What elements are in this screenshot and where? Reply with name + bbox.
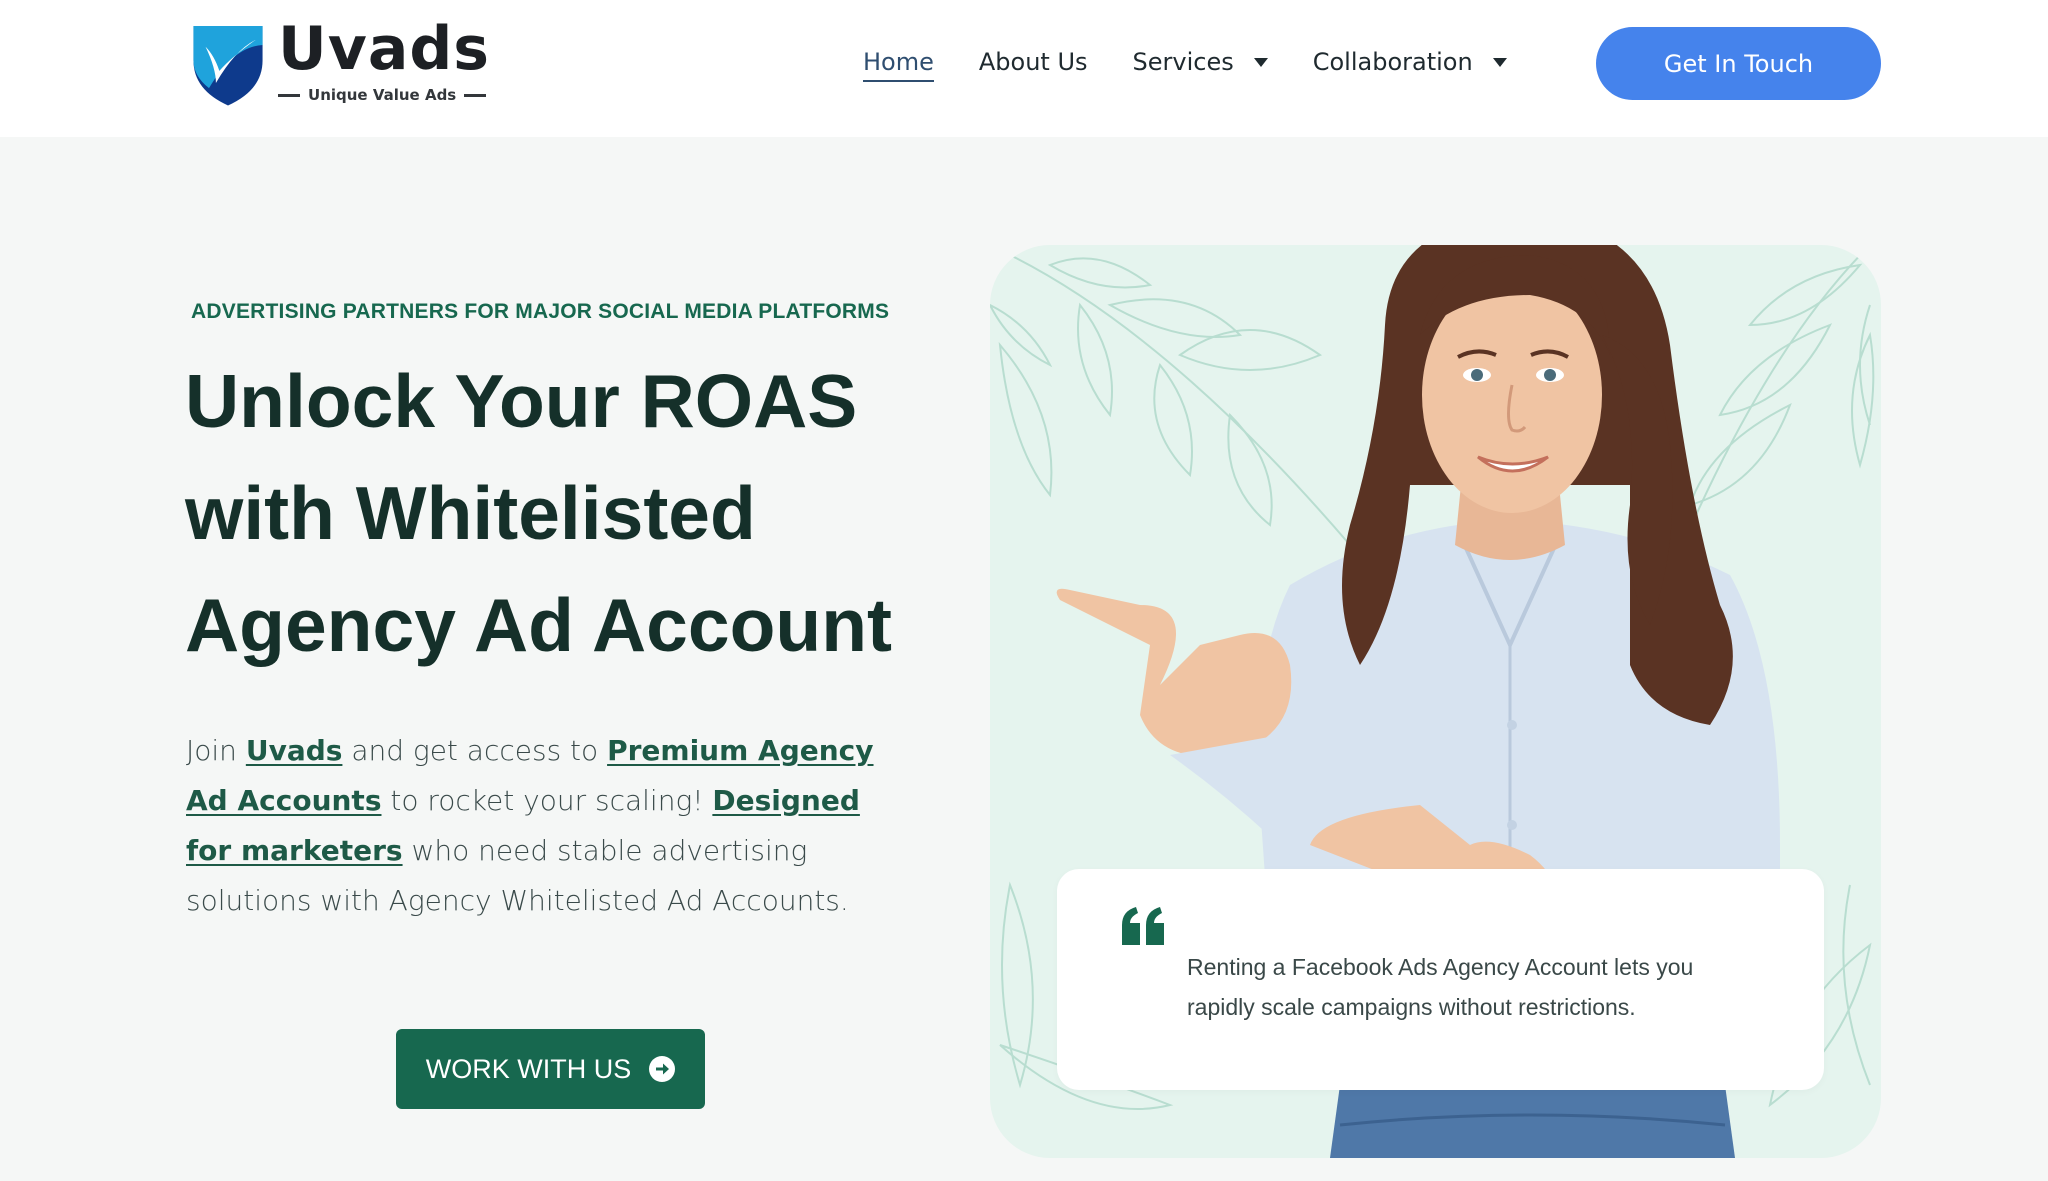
nav-item-about-us[interactable]: About Us	[979, 42, 1088, 82]
nav-item-collaboration[interactable]: Collaboration	[1313, 42, 1507, 82]
caret-down-icon	[1492, 57, 1507, 67]
quote-icon	[1122, 907, 1164, 945]
hero-eyebrow: ADVERTISING PARTNERS FOR MAJOR SOCIAL ME…	[191, 300, 890, 323]
nav-item-home[interactable]: Home	[863, 42, 934, 82]
testimonial-quote-card: Renting a Facebook Ads Agency Account le…	[1057, 869, 1824, 1090]
brand-tagline: Unique Value Ads	[278, 86, 490, 104]
caret-down-icon	[1253, 57, 1268, 67]
uvads-link[interactable]: Uvads	[246, 734, 343, 767]
hero-intro: Join Uvads and get access to Premium Age…	[186, 734, 874, 917]
brand-name: Uvads	[278, 14, 490, 84]
nav-item-services[interactable]: Services	[1133, 42, 1268, 82]
hero-headline: Unlock Your ROAS with Whitelisted Agency…	[185, 359, 893, 667]
get-in-touch-button[interactable]: Get In Touch	[1596, 27, 1881, 100]
brand-logo[interactable]: Uvads Unique Value Ads	[190, 14, 490, 114]
work-with-us-button[interactable]: WORK WITH US	[396, 1029, 705, 1109]
site-header: Uvads Unique Value Ads Home About Us Ser…	[0, 0, 2048, 137]
shield-logo-icon	[193, 25, 263, 106]
arrow-circle-right-icon	[649, 1056, 676, 1082]
main-nav: Home About Us Services Collaboration	[863, 42, 1552, 82]
quote-text: Renting a Facebook Ads Agency Account le…	[1187, 954, 1694, 1020]
